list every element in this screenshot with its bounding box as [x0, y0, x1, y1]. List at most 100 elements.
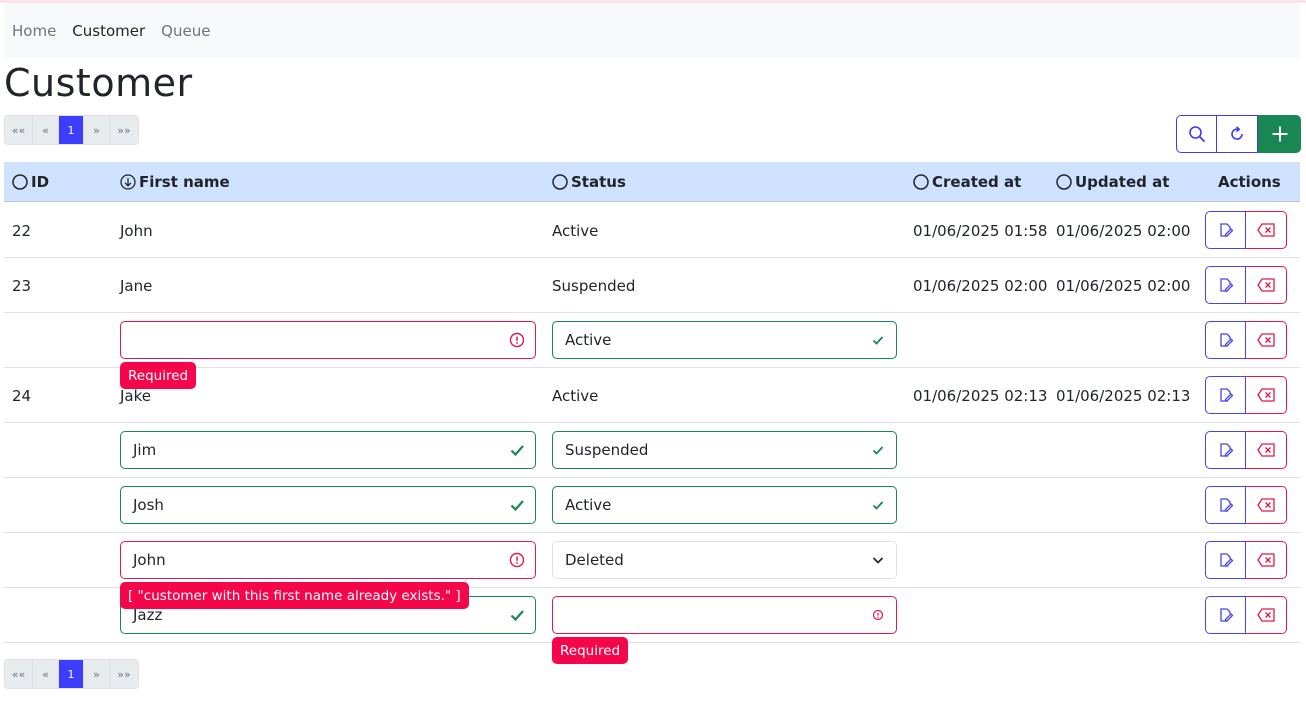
table-row: 22 John Active 01/06/2025 01:58 01/06/20…: [4, 203, 1300, 258]
status-value: Active: [565, 331, 612, 349]
edit-button[interactable]: [1205, 596, 1246, 634]
delete-icon: [1257, 223, 1275, 237]
chevron-down-icon: [872, 557, 884, 564]
row-actions: [1205, 541, 1287, 579]
edit-icon: [1219, 388, 1233, 402]
cell-status: Active: [552, 221, 599, 240]
edit-button[interactable]: [1205, 541, 1246, 579]
add-button[interactable]: [1258, 115, 1301, 153]
cell-created-at: 01/06/2025 02:00: [913, 276, 1048, 295]
delete-button[interactable]: [1246, 486, 1287, 524]
check-icon: [872, 336, 884, 345]
header-created-at[interactable]: Created at: [913, 162, 1021, 202]
row-actions: [1205, 211, 1287, 249]
page-first-button[interactable]: ««: [5, 116, 33, 144]
row-actions: [1205, 321, 1287, 359]
cell-updated-at: 01/06/2025 02:13: [1056, 386, 1191, 405]
status-select[interactable]: [552, 596, 897, 634]
header-id[interactable]: ID: [12, 162, 49, 202]
page-prev-button[interactable]: «: [33, 660, 59, 688]
page-last-button[interactable]: »»: [110, 116, 138, 144]
navbar: Home Customer Queue: [4, 3, 1300, 58]
sort-none-icon: [552, 174, 568, 190]
status-select[interactable]: Active: [552, 321, 897, 359]
error-icon: [509, 552, 525, 568]
row-actions: [1205, 266, 1287, 304]
cell-status: Suspended: [552, 276, 636, 295]
delete-icon: [1257, 443, 1275, 457]
page-next-button[interactable]: »: [84, 660, 110, 688]
first-name-input[interactable]: [120, 321, 536, 359]
cell-id: 22: [12, 221, 32, 240]
first-name-value: Jim: [133, 441, 157, 459]
delete-button[interactable]: [1246, 321, 1287, 359]
error-icon: [872, 609, 884, 621]
row-actions: [1205, 596, 1287, 634]
status-value: Active: [565, 496, 612, 514]
delete-button[interactable]: [1246, 376, 1287, 414]
error-icon: [509, 332, 525, 348]
delete-button[interactable]: [1246, 266, 1287, 304]
status-select[interactable]: Deleted: [552, 541, 897, 579]
header-status[interactable]: Status: [552, 162, 626, 202]
cell-created-at: 01/06/2025 01:58: [913, 221, 1048, 240]
search-button[interactable]: [1176, 115, 1217, 153]
delete-button[interactable]: [1246, 211, 1287, 249]
page-prev-button[interactable]: «: [33, 116, 59, 144]
nav-queue[interactable]: Queue: [161, 22, 210, 40]
page-last-button[interactable]: »»: [110, 660, 138, 688]
header-first-name[interactable]: First name: [120, 162, 230, 202]
delete-icon: [1257, 333, 1275, 347]
header-first-name-label: First name: [139, 173, 230, 191]
cell-updated-at: 01/06/2025 02:00: [1056, 276, 1191, 295]
table-row: 23 Jane Suspended 01/06/2025 02:00 01/06…: [4, 258, 1300, 313]
row-actions: [1205, 486, 1287, 524]
header-actions: Actions: [1218, 162, 1281, 202]
status-select[interactable]: Suspended: [552, 431, 897, 469]
check-icon: [510, 610, 524, 622]
edit-button[interactable]: [1205, 266, 1246, 304]
edit-button[interactable]: [1205, 321, 1246, 359]
status-value: Suspended: [565, 441, 649, 459]
table-row-editing: Jim Suspended: [4, 423, 1300, 478]
delete-button[interactable]: [1246, 541, 1287, 579]
first-name-input[interactable]: Jim: [120, 431, 536, 469]
check-icon: [872, 501, 884, 510]
first-name-input[interactable]: Josh: [120, 486, 536, 524]
status-value: Deleted: [565, 551, 624, 569]
page-title: Customer: [4, 61, 193, 105]
edit-button[interactable]: [1205, 431, 1246, 469]
edit-icon: [1219, 223, 1233, 237]
page-current-button[interactable]: 1: [59, 660, 84, 688]
page-first-button[interactable]: ««: [5, 660, 33, 688]
edit-icon: [1219, 278, 1233, 292]
header-updated-at[interactable]: Updated at: [1056, 162, 1169, 202]
refresh-button[interactable]: [1217, 115, 1258, 153]
page-next-button[interactable]: »: [84, 116, 110, 144]
status-select[interactable]: Active: [552, 486, 897, 524]
delete-icon: [1257, 498, 1275, 512]
sort-none-icon: [1056, 174, 1072, 190]
header-id-label: ID: [31, 173, 50, 191]
page-current-button[interactable]: 1: [59, 116, 84, 144]
first-name-input[interactable]: John: [120, 541, 536, 579]
edit-button[interactable]: [1205, 486, 1246, 524]
row-actions: [1205, 431, 1287, 469]
refresh-icon: [1231, 126, 1243, 140]
table-row-editing: John Deleted: [4, 533, 1300, 588]
first-name-value: John: [133, 551, 166, 569]
edit-button[interactable]: [1205, 211, 1246, 249]
check-icon: [872, 446, 884, 455]
sort-descending-icon: [120, 174, 136, 190]
edit-icon: [1219, 553, 1233, 567]
edit-button[interactable]: [1205, 376, 1246, 414]
delete-icon: [1257, 278, 1275, 292]
nav-home[interactable]: Home: [12, 22, 56, 40]
cell-first-name: John: [120, 221, 153, 240]
delete-icon: [1257, 553, 1275, 567]
delete-button[interactable]: [1246, 596, 1287, 634]
nav-customer[interactable]: Customer: [72, 22, 145, 40]
edit-icon: [1219, 443, 1233, 457]
cell-first-name: Jane: [120, 276, 153, 295]
delete-button[interactable]: [1246, 431, 1287, 469]
